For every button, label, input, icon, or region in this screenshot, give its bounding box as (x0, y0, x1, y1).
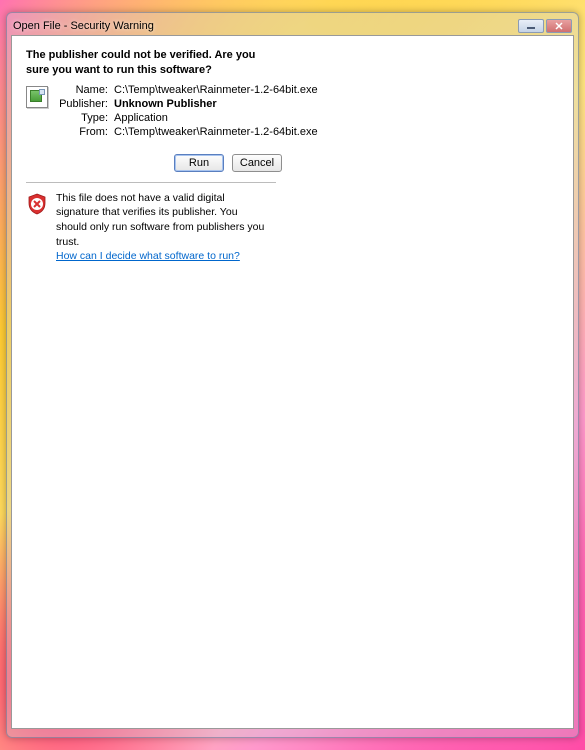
minimize-button[interactable] (518, 19, 544, 33)
security-warning-dialog: Open File - Security Warning The publish… (6, 12, 579, 738)
shield-warning-icon (26, 193, 48, 215)
dialog-client-area: The publisher could not be verified. Are… (11, 35, 574, 729)
dialog-heading: The publisher could not be verified. Are… (26, 48, 266, 78)
window-title: Open File - Security Warning (13, 20, 518, 32)
type-value: Application (114, 112, 318, 124)
close-button[interactable] (546, 19, 572, 33)
warning-text: This file does not have a valid digital … (56, 192, 264, 248)
from-label: From: (58, 126, 108, 138)
divider (26, 182, 276, 183)
publisher-label: Publisher: (58, 98, 108, 110)
warning-help-link[interactable]: How can I decide what software to run? (56, 249, 266, 264)
publisher-value: Unknown Publisher (114, 98, 318, 110)
name-value: C:\Temp\tweaker\Rainmeter-1.2-64bit.exe (114, 84, 318, 96)
warning-block: This file does not have a valid digital … (26, 191, 559, 264)
cancel-button[interactable]: Cancel (232, 154, 282, 172)
type-label: Type: (58, 112, 108, 124)
titlebar[interactable]: Open File - Security Warning (11, 17, 574, 35)
name-label: Name: (58, 84, 108, 96)
run-button[interactable]: Run (174, 154, 224, 172)
from-value: C:\Temp\tweaker\Rainmeter-1.2-64bit.exe (114, 126, 318, 138)
dialog-buttons: Run Cancel (26, 154, 559, 172)
file-info-block: Name: C:\Temp\tweaker\Rainmeter-1.2-64bi… (26, 84, 559, 138)
file-type-icon (26, 86, 48, 108)
